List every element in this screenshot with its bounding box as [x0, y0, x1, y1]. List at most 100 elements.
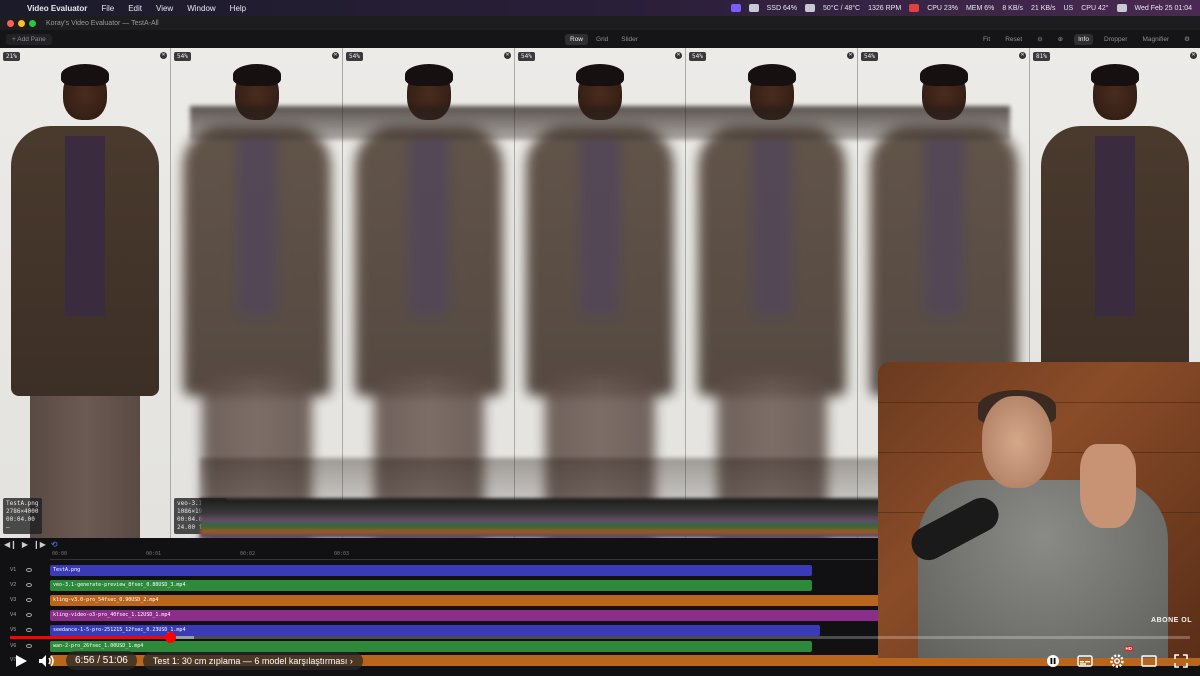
pane-zoom-badge: 81% — [1033, 52, 1050, 61]
color-smear-artifact — [200, 498, 890, 538]
eye-icon[interactable] — [26, 583, 32, 587]
wifi-icon[interactable] — [1116, 4, 1127, 12]
zoom-window-icon[interactable] — [29, 19, 36, 27]
flag-icon[interactable] — [805, 4, 815, 12]
pane-close-icon[interactable]: ✕ — [504, 52, 511, 59]
mode-row-button[interactable]: Row — [565, 33, 589, 45]
play-icon — [16, 654, 27, 667]
loop-icon[interactable]: ⟲ — [51, 540, 58, 549]
timeline-ruler[interactable]: 00:00 00:01 00:02 00:03 — [50, 550, 880, 560]
chapter-title: Test 1: 30 cm zıplama — 6 model karşılaş… — [152, 655, 348, 666]
menu-app-name[interactable]: Video Evaluator — [20, 4, 94, 13]
dropper-button[interactable]: Dropper — [1100, 34, 1131, 45]
player-progress-bar[interactable] — [10, 632, 1190, 643]
eye-icon[interactable] — [26, 598, 32, 602]
step-forward-icon[interactable]: ❙▶︎ — [33, 540, 46, 549]
timeline-clip[interactable]: TestA.png — [50, 565, 812, 576]
pane-close-icon[interactable]: ✕ — [1190, 52, 1197, 59]
eye-icon[interactable] — [26, 613, 32, 617]
webcam-overlay: ABONE OL — [878, 362, 1200, 658]
play-button[interactable] — [8, 648, 34, 674]
add-pane-button[interactable]: + Add Pane — [6, 33, 52, 45]
mode-slider-button[interactable]: Slider — [616, 34, 643, 45]
pane-close-icon[interactable]: ✕ — [332, 52, 339, 59]
step-back-icon[interactable]: ◀︎❙ — [4, 540, 17, 549]
subtitles-icon — [1077, 654, 1093, 667]
pause-autoplay-button[interactable] — [1040, 648, 1066, 674]
pane-info-resolution: 2786×4000 — [6, 508, 39, 515]
eye-icon[interactable] — [26, 628, 32, 632]
pane-info-overlay: TestA.png 2786×4000 00:04.00 — — [3, 498, 42, 534]
recording-icon[interactable] — [730, 4, 741, 12]
chapter-button[interactable]: Test 1: 30 cm zıplama — 6 model karşılaş… — [142, 651, 363, 670]
timeline-clip[interactable]: kling-v3.0-pro_54fsec_0.90USD_2.mp4 — [50, 595, 880, 606]
zoom-out-icon[interactable]: ⊖ — [1033, 33, 1046, 45]
volume-icon — [39, 654, 54, 667]
menu-edit[interactable]: Edit — [121, 4, 149, 13]
screen-icon[interactable] — [748, 4, 759, 12]
status-keyboard[interactable]: US — [1063, 5, 1073, 12]
transport-controls: ◀︎❙ ▶ ❙▶︎ ⟲ — [4, 540, 58, 549]
pane-close-icon[interactable]: ✕ — [847, 52, 854, 59]
reset-button[interactable]: Reset — [1001, 34, 1026, 45]
fit-button[interactable]: Fit — [979, 34, 994, 45]
menu-help[interactable]: Help — [223, 4, 253, 13]
pane-close-icon[interactable]: ✕ — [1019, 52, 1026, 59]
track-label: V5 — [10, 627, 17, 633]
subscribe-watermark: ABONE OL — [1151, 617, 1192, 624]
pane-zoom-badge: 54% — [346, 52, 363, 61]
pane-zoom-badge: 54% — [689, 52, 706, 61]
menu-window[interactable]: Window — [180, 4, 222, 13]
eye-icon[interactable] — [26, 568, 32, 572]
pane-close-icon[interactable]: ✕ — [160, 52, 167, 59]
theater-icon — [1141, 654, 1157, 667]
menubar-status-area: SSD 64% 50°C / 48°C 1326 RPM CPU 23% MEM… — [730, 4, 1200, 12]
player-right-controls: HD — [1040, 645, 1194, 676]
macos-menubar: Video Evaluator File Edit View Window He… — [0, 0, 1200, 16]
track-label: V1 — [10, 567, 17, 573]
menu-file[interactable]: File — [94, 4, 121, 13]
close-window-icon[interactable] — [7, 19, 14, 27]
status-ssd: SSD 64% — [766, 4, 797, 12]
hd-badge: HD — [1124, 645, 1133, 651]
presenter-hand — [1080, 444, 1136, 528]
pane-source[interactable]: 21% ✕ TestA.png 2786×4000 00:04.00 — — [0, 48, 171, 538]
magnifier-button[interactable]: Magnifier — [1138, 34, 1173, 45]
settings-button[interactable]: HD — [1104, 645, 1133, 674]
pane-zoom-badge: 54% — [861, 52, 878, 61]
app-status-icon[interactable] — [909, 4, 920, 12]
track-label: V3 — [10, 597, 17, 603]
theater-mode-button[interactable] — [1136, 648, 1162, 674]
zoom-in-icon[interactable]: ⊕ — [1054, 33, 1067, 45]
view-mode-switch: Row Grid Slider — [565, 33, 643, 45]
volume-button[interactable] — [34, 648, 60, 674]
timeline-clip[interactable]: veo-3.1-generate-preview_8fsec_0.80USD_3… — [50, 580, 812, 591]
mode-grid-button[interactable]: Grid — [591, 34, 613, 45]
glitch-artifact — [190, 106, 1010, 140]
pane-info-fps: — — [6, 524, 10, 531]
status-fan: 1326 RPM — [868, 4, 902, 12]
pane-close-icon[interactable]: ✕ — [675, 52, 682, 59]
minimize-window-icon[interactable] — [18, 19, 25, 27]
time-display: 6:56 / 51:06 — [66, 651, 137, 670]
played-bar — [10, 636, 171, 639]
glitch-artifact — [200, 458, 890, 498]
ruler-tick: 00:00 — [52, 551, 68, 557]
pane-info-duration: 00:04.00 — [6, 516, 35, 523]
menubar-clock[interactable]: Wed Feb 25 01:04 — [1135, 5, 1192, 12]
fullscreen-button[interactable] — [1168, 648, 1194, 674]
status-cpu-temp: CPU 42° — [1081, 4, 1109, 12]
timeline-clip[interactable]: kling-video-o3-pro_40fsec_1.12USD_1.mp4 — [50, 610, 880, 621]
menu-view[interactable]: View — [149, 4, 180, 13]
ruler-tick: 00:03 — [334, 551, 350, 557]
player-controls: 6:56 / 51:06 Test 1: 30 cm zıplama — 6 m… — [0, 645, 1200, 676]
info-button[interactable]: Info — [1074, 33, 1093, 45]
settings-icon[interactable]: ⚙ — [1180, 33, 1194, 45]
gear-icon — [1110, 653, 1124, 668]
person-figure — [11, 64, 159, 538]
pane-zoom-badge: 21% — [3, 52, 20, 61]
subtitles-button[interactable] — [1072, 648, 1098, 674]
status-temp: 50°C / 48°C — [823, 4, 861, 12]
status-net-up: 8 KB/s — [1002, 4, 1023, 12]
play-icon[interactable]: ▶ — [22, 540, 28, 549]
